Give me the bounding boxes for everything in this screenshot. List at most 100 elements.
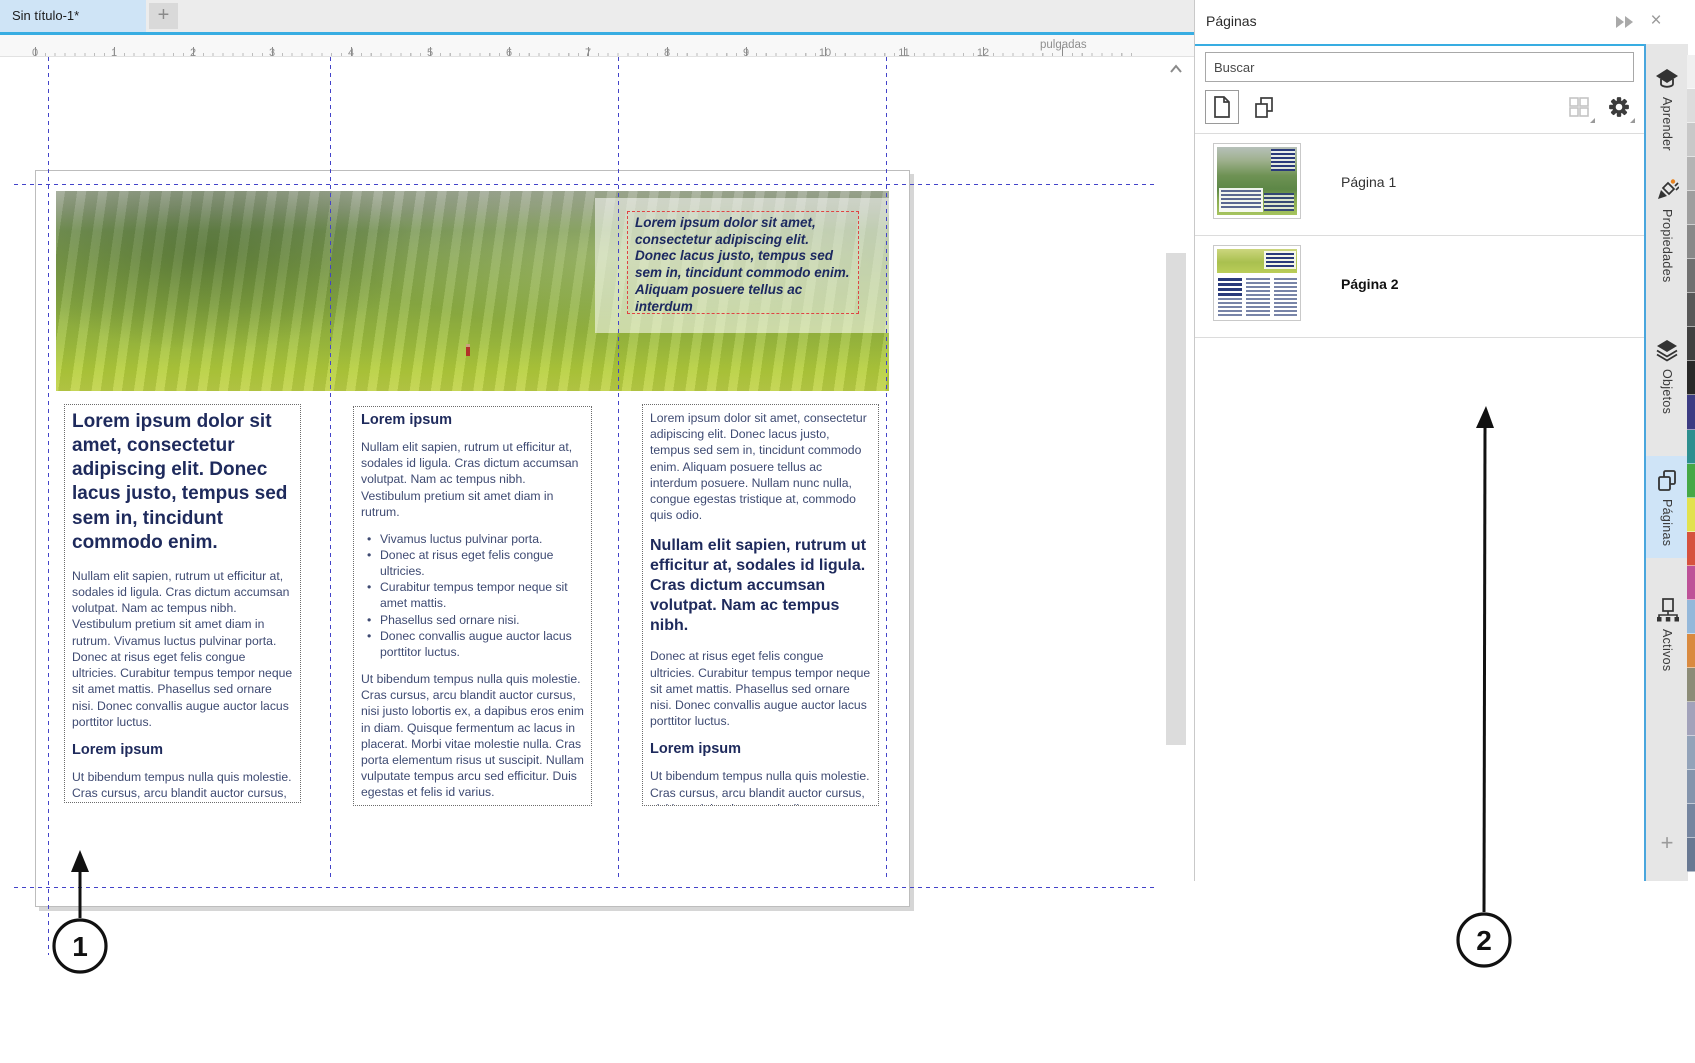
page-1-label: Página 1	[1341, 134, 1396, 230]
column3-subheading: Lorem ipsum	[650, 741, 871, 757]
thumbnail-view-button[interactable]	[1562, 90, 1596, 124]
color-swatch[interactable]	[1687, 361, 1695, 395]
drawing-canvas[interactable]: Lorem ipsum dolor sit amet, consectetur …	[0, 57, 1160, 1063]
column2-heading: Lorem ipsum	[361, 412, 584, 428]
assets-tree-icon	[1655, 598, 1679, 622]
color-swatch[interactable]	[1687, 464, 1695, 498]
docker-tab-paginas-label: Páginas	[1660, 499, 1674, 546]
page-row-2[interactable]: Página 2	[1195, 236, 1644, 332]
bullet-item: Donec at risus eget felis congue ultrici…	[363, 547, 584, 579]
page-row-1[interactable]: Página 1	[1195, 134, 1644, 230]
text-frame-column-1[interactable]: Lorem ipsum dolor sit amet, consectetur …	[64, 404, 301, 803]
color-swatch[interactable]	[1687, 736, 1695, 770]
add-docker-button[interactable]: +	[1646, 830, 1688, 856]
column3-paragraph-1: Lorem ipsum dolor sit amet, consectetur …	[650, 410, 871, 524]
docker-collapse-button[interactable]	[1613, 13, 1635, 31]
new-document-tab-button[interactable]: +	[149, 3, 178, 29]
callout-1-number: 1	[72, 931, 88, 962]
scroll-up-button[interactable]	[1164, 58, 1188, 80]
color-swatch[interactable]	[1687, 566, 1695, 600]
color-swatch[interactable]	[1687, 259, 1695, 293]
layers-icon	[1655, 338, 1679, 362]
document-tab-title: Sin título-1*	[12, 8, 79, 23]
search-input[interactable]	[1205, 52, 1634, 82]
docker-tab-activos[interactable]: Activos	[1646, 592, 1688, 677]
duplicate-page-button[interactable]	[1247, 90, 1281, 124]
dropdown-corner-icon	[1590, 118, 1595, 123]
color-swatch[interactable]	[1687, 327, 1695, 361]
guide-vertical-1[interactable]	[48, 57, 49, 955]
guide-vertical-3[interactable]	[618, 57, 619, 880]
new-page-button[interactable]	[1205, 90, 1239, 124]
docker-header: Páginas ×	[1195, 0, 1695, 44]
horizontal-ruler[interactable]: 0123456789101112 pulgadas	[0, 35, 1194, 57]
dropdown-corner-icon	[1630, 118, 1635, 123]
page-2-thumbnail[interactable]	[1213, 245, 1301, 321]
color-swatch[interactable]	[1687, 770, 1695, 804]
color-swatch[interactable]	[1687, 600, 1695, 634]
docker-tab-objetos[interactable]: Objetos	[1646, 332, 1688, 420]
color-swatch[interactable]	[1687, 191, 1695, 225]
color-swatch[interactable]	[1687, 157, 1695, 191]
list-separator	[1195, 337, 1644, 338]
color-swatch[interactable]	[1687, 804, 1695, 838]
docker-tab-propiedades[interactable]: Propiedades	[1646, 172, 1688, 289]
guide-vertical-2[interactable]	[330, 57, 331, 880]
text-frame-column-2[interactable]: Lorem ipsum Nullam elit sapien, rutrum u…	[353, 406, 592, 806]
column1-paragraph-2: Ut bibendum tempus nulla quis molestie. …	[72, 769, 293, 803]
docker-tab-activos-label: Activos	[1660, 629, 1674, 671]
gear-icon	[1608, 96, 1630, 118]
document-tabbar: Sin título-1* +	[0, 0, 1194, 32]
landscape-photo[interactable]: Lorem ipsum dolor sit amet, consectetur …	[56, 191, 889, 391]
pages-icon	[1655, 468, 1679, 492]
options-button[interactable]	[1602, 90, 1636, 124]
pages-icon	[1252, 95, 1276, 119]
docker-tab-aprender[interactable]: Aprender	[1646, 62, 1688, 157]
text-frame-column-3[interactable]: Lorem ipsum dolor sit amet, consectetur …	[642, 404, 879, 806]
vertical-scrollbar-thumb[interactable]	[1166, 253, 1186, 745]
docker-tab-objetos-label: Objetos	[1660, 369, 1674, 414]
bullet-item: Vivamus luctus pulvinar porta.	[363, 531, 584, 547]
color-swatch[interactable]	[1687, 498, 1695, 532]
color-swatch[interactable]	[1687, 702, 1695, 736]
graduation-cap-icon	[1655, 68, 1679, 90]
color-swatch[interactable]	[1687, 225, 1695, 259]
callout-2-arrow: 2	[1449, 402, 1519, 970]
docker-tab-paginas[interactable]: Páginas	[1646, 456, 1688, 558]
column1-subheading: Lorem ipsum	[72, 742, 293, 758]
close-icon: ×	[1650, 10, 1661, 31]
photo-person-figure	[466, 347, 470, 356]
guide-vertical-4[interactable]	[886, 57, 887, 880]
callout-1-arrow: 1	[45, 848, 115, 976]
page-1-thumbnail[interactable]	[1213, 143, 1301, 219]
document-page: Lorem ipsum dolor sit amet, consectetur …	[35, 170, 910, 907]
color-swatch[interactable]	[1687, 293, 1695, 327]
color-swatch[interactable]	[1687, 89, 1695, 123]
color-swatch[interactable]	[1687, 430, 1695, 464]
docker-title: Páginas	[1206, 13, 1257, 29]
column1-paragraph-1: Nullam elit sapien, rutrum ut efficitur …	[72, 568, 293, 730]
callout-2-number: 2	[1476, 925, 1492, 956]
guide-horizontal-top[interactable]	[14, 184, 1158, 185]
properties-pen-icon	[1655, 178, 1679, 202]
app-window: Sin título-1* + 0123456789101112 pulgada…	[0, 0, 1695, 1063]
color-swatch[interactable]	[1687, 838, 1695, 872]
color-swatch[interactable]	[1687, 668, 1695, 702]
page-2-thumbnail-art	[1217, 249, 1297, 317]
selected-text-frame[interactable]: Lorem ipsum dolor sit amet, consectetur …	[627, 211, 859, 314]
color-swatch[interactable]	[1687, 395, 1695, 429]
color-swatch[interactable]	[1687, 634, 1695, 668]
chevron-up-icon	[1164, 58, 1188, 80]
bullet-item: Phasellus sed ornare nisi.	[363, 612, 584, 628]
document-tab[interactable]: Sin título-1*	[0, 0, 146, 32]
docker-tab-strip: Aprender Propiedades Objetos	[1644, 44, 1688, 881]
column2-paragraph-1: Nullam elit sapien, rutrum ut efficitur …	[361, 439, 584, 520]
page-2-label: Página 2	[1341, 236, 1399, 332]
docker-close-button[interactable]: ×	[1645, 8, 1667, 34]
page-1-thumbnail-art	[1217, 147, 1297, 215]
color-swatch[interactable]	[1687, 532, 1695, 566]
color-swatch[interactable]	[1687, 55, 1695, 89]
guide-horizontal-bottom[interactable]	[14, 887, 1158, 888]
color-swatch[interactable]	[1687, 123, 1695, 157]
column2-paragraph-2: Ut bibendum tempus nulla quis molestie. …	[361, 671, 584, 801]
